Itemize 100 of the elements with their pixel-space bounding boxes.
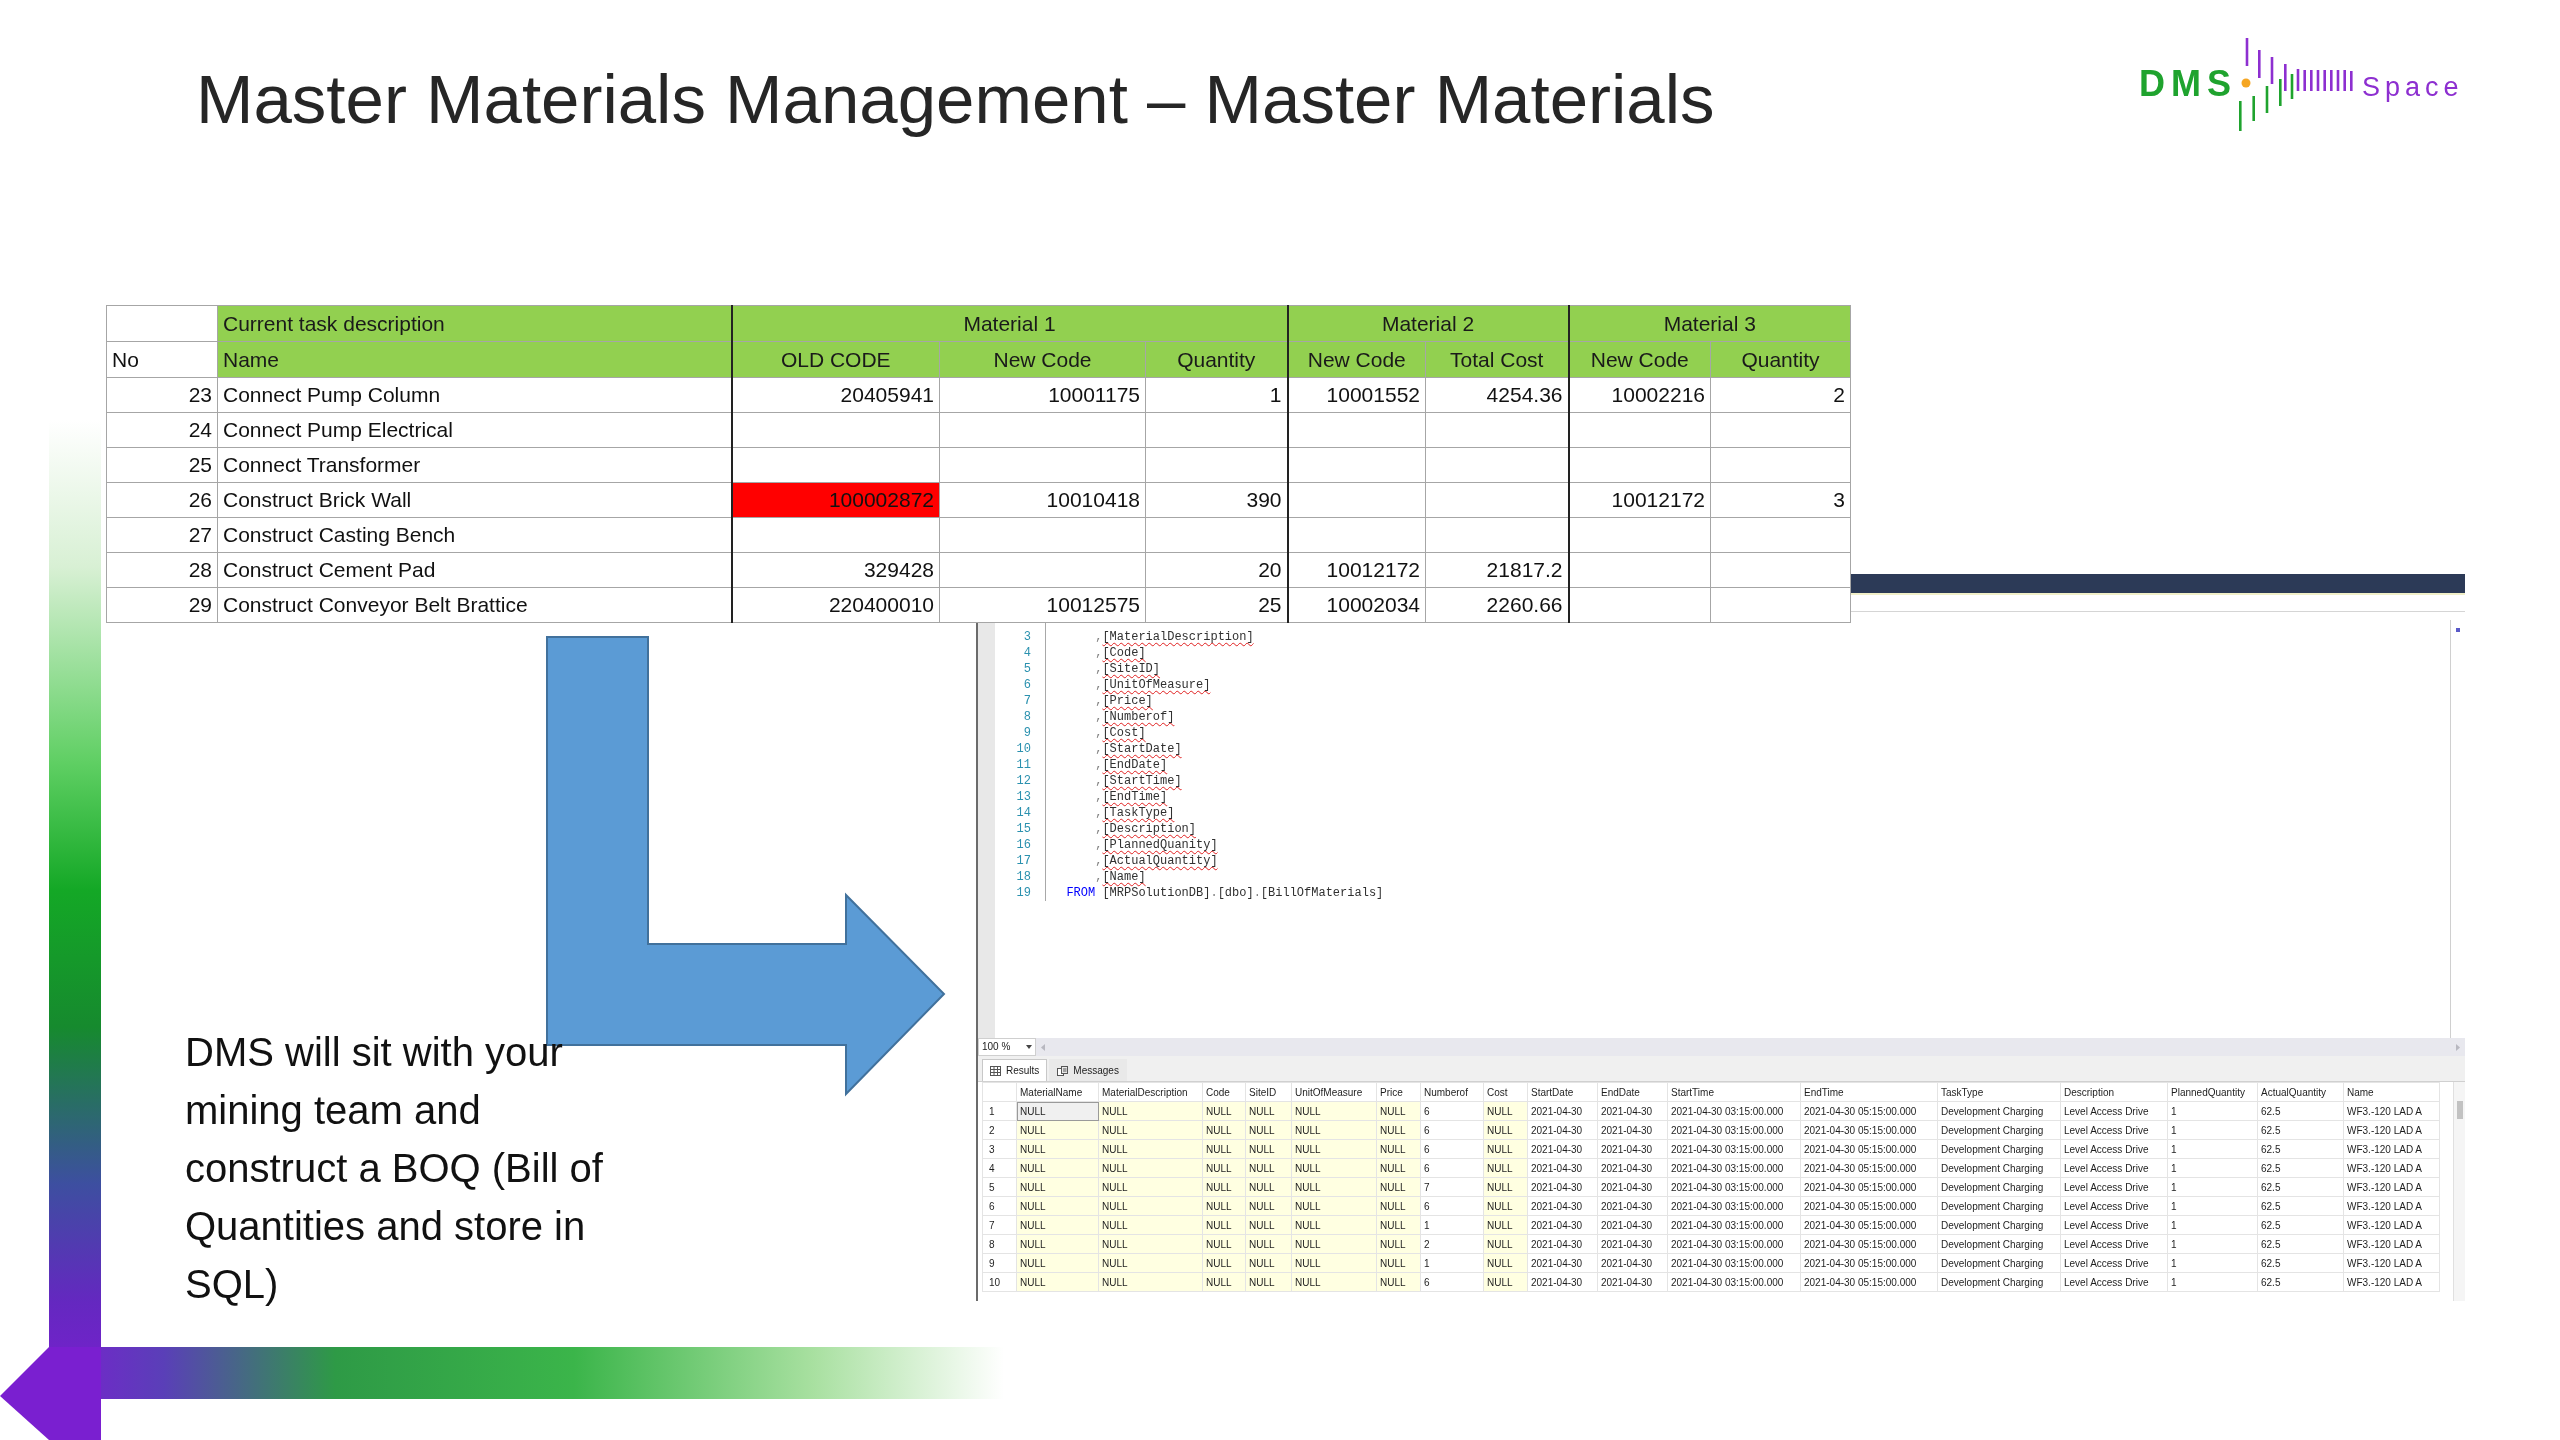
grid-cell: Development Charging xyxy=(1937,1253,2061,1273)
line-number: 18 xyxy=(1015,869,1031,885)
grid-cell: 1 xyxy=(1420,1253,1484,1273)
grid-cell: 1 xyxy=(1420,1215,1484,1235)
grid-cell: 2021-04-30 xyxy=(1527,1215,1598,1235)
row-number: 23 xyxy=(106,377,218,413)
grid-column-header: PlannedQuantity xyxy=(2167,1082,2258,1102)
grid-cell: 2021-04-30 xyxy=(1597,1120,1668,1140)
grid-cell: 6 xyxy=(1420,1272,1484,1292)
grid-cell: 2021-04-30 xyxy=(1527,1253,1598,1273)
grid-cell: WF3.-120 LAD A xyxy=(2343,1215,2440,1235)
zoom-dropdown[interactable]: 100 % xyxy=(978,1038,1036,1056)
grid-cell: Level Access Drive xyxy=(2060,1177,2168,1197)
logo-text: Space xyxy=(2362,71,2464,103)
grid-cell: Level Access Drive xyxy=(2060,1234,2168,1254)
code-line: ,[EndTime] xyxy=(1095,789,1168,805)
grid-cell: 62.5 xyxy=(2257,1196,2344,1216)
line-number: 3 xyxy=(1022,629,1031,645)
grid-cell: Level Access Drive xyxy=(2060,1196,2168,1216)
row-number: 8 xyxy=(982,1234,1017,1254)
grid-cell: Level Access Drive xyxy=(2060,1120,2168,1140)
grid-cell: Level Access Drive xyxy=(2060,1215,2168,1235)
grid-cell: WF3.-120 LAD A xyxy=(2343,1253,2440,1273)
grid-cell: 2021-04-30 05:15:00.000 xyxy=(1800,1272,1938,1292)
grid-cell: 2021-04-30 05:15:00.000 xyxy=(1800,1234,1938,1254)
table-cell: 20405941 xyxy=(731,377,940,413)
row-number: 10 xyxy=(982,1272,1017,1292)
grid-cell: 62.5 xyxy=(2257,1234,2344,1254)
table-cell: 329428 xyxy=(731,552,940,588)
grid-cell: 2021-04-30 03:15:00.000 xyxy=(1667,1139,1801,1159)
grid-cell: 6 xyxy=(1420,1158,1484,1178)
caret-icon xyxy=(1026,1045,1032,1049)
grid-cell: 2021-04-30 03:15:00.000 xyxy=(1667,1120,1801,1140)
grid-cell: 1 xyxy=(2167,1196,2258,1216)
line-number: 5 xyxy=(1022,661,1031,677)
grid-cell: WF3.-120 LAD A xyxy=(2343,1139,2440,1159)
row-number: 7 xyxy=(982,1215,1017,1235)
grid-cell: Development Charging xyxy=(1937,1177,2061,1197)
grid-cell: 62.5 xyxy=(2257,1101,2344,1121)
grid-cell: 2021-04-30 05:15:00.000 xyxy=(1800,1139,1938,1159)
row-number: 27 xyxy=(106,517,218,553)
grid-cell: 2021-04-30 xyxy=(1527,1177,1598,1197)
column-header: No xyxy=(106,341,218,378)
grid-cell: 62.5 xyxy=(2257,1139,2344,1159)
group-header: Material 3 xyxy=(1568,305,1851,342)
grid-cell: Level Access Drive xyxy=(2060,1139,2168,1159)
row-number: 25 xyxy=(106,447,218,483)
grid-column-header: Cost xyxy=(1483,1082,1528,1102)
row-number: 28 xyxy=(106,552,218,588)
grid-cell: 2021-04-30 03:15:00.000 xyxy=(1667,1272,1801,1292)
grid-cell: 2021-04-30 xyxy=(1597,1177,1668,1197)
code-line: ,[Cost] xyxy=(1095,725,1146,741)
row-number: 3 xyxy=(982,1139,1017,1159)
line-number: 10 xyxy=(1015,741,1031,757)
line-number: 12 xyxy=(1015,773,1031,789)
grid-column-header: StartTime xyxy=(1667,1082,1801,1102)
code-line: ,[MaterialDescription] xyxy=(1095,629,1254,645)
grid-cell: Level Access Drive xyxy=(2060,1253,2168,1273)
tab[interactable]: Results xyxy=(982,1059,1048,1081)
table-cell: 10002216 xyxy=(1568,377,1711,413)
tab[interactable]: Messages xyxy=(1049,1059,1127,1081)
grid-cell: 2021-04-30 xyxy=(1527,1234,1598,1254)
table-cell: 220400010 xyxy=(731,587,940,623)
grid-cell: WF3.-120 LAD A xyxy=(2343,1101,2440,1121)
row-number: 4 xyxy=(982,1158,1017,1178)
row-number: 29 xyxy=(106,587,218,623)
grid-cell: 2021-04-30 xyxy=(1597,1272,1668,1292)
grid-cell: 2021-04-30 03:15:00.000 xyxy=(1667,1234,1801,1254)
grid-cell: 7 xyxy=(1420,1177,1484,1197)
grid-cell: 62.5 xyxy=(2257,1120,2344,1140)
grid-cell: 1 xyxy=(2167,1215,2258,1235)
code-line: ,[SiteID] xyxy=(1095,661,1160,677)
grid-cell: Level Access Drive xyxy=(2060,1101,2168,1121)
grid-cell: 6 xyxy=(1420,1139,1484,1159)
grid-column-header: Numberof xyxy=(1420,1082,1484,1102)
grid-cell: WF3.-120 LAD A xyxy=(2343,1158,2440,1178)
grid-cell: WF3.-120 LAD A xyxy=(2343,1120,2440,1140)
grid-cell: 2021-04-30 xyxy=(1597,1139,1668,1159)
vertical-scrollbar[interactable] xyxy=(2453,1082,2465,1301)
grid-cell: 2021-04-30 xyxy=(1597,1158,1668,1178)
grid-cell: 2021-04-30 05:15:00.000 xyxy=(1800,1253,1938,1273)
horizontal-scrollbar[interactable] xyxy=(1036,1038,2465,1056)
grid-cell: 2021-04-30 05:15:00.000 xyxy=(1800,1177,1938,1197)
grid-cell: 6 xyxy=(1420,1120,1484,1140)
grid-cell: Development Charging xyxy=(1937,1234,2061,1254)
grid-cell: 2021-04-30 xyxy=(1527,1101,1598,1121)
grid-cell: 2021-04-30 xyxy=(1597,1101,1668,1121)
grid-cell: 1 xyxy=(2167,1158,2258,1178)
table-cell: 2 xyxy=(1710,377,1851,413)
grid-column-header: Code xyxy=(1202,1082,1246,1102)
row-number: 5 xyxy=(982,1177,1017,1197)
grid-cell: Development Charging xyxy=(1937,1272,2061,1292)
grid-cell: 2021-04-30 xyxy=(1597,1215,1668,1235)
grid-column-header: UnitOfMeasure xyxy=(1291,1082,1377,1102)
line-number: 6 xyxy=(1022,677,1031,693)
table-cell: 10001175 xyxy=(939,377,1146,413)
grid-icon xyxy=(990,1065,1001,1076)
row-number: 26 xyxy=(106,482,218,518)
code-line: ,[PlannedQuanity] xyxy=(1095,837,1218,853)
grid-cell: 6 xyxy=(1420,1101,1484,1121)
